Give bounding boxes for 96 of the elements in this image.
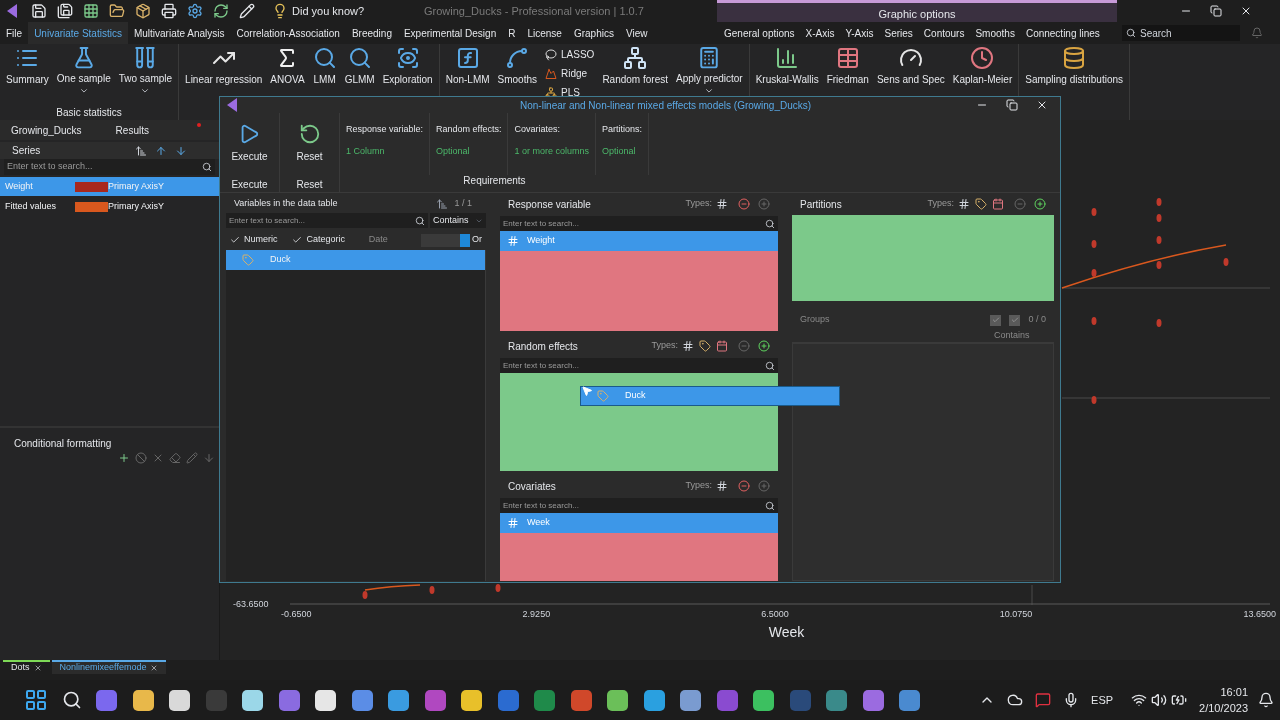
panel-tab[interactable]: Growing_Ducks xyxy=(11,122,82,138)
clock-date[interactable]: 2/10/2023 xyxy=(1199,700,1248,717)
ribbon-small-button[interactable]: Ridge xyxy=(545,66,595,81)
requirement-label: Partitions: xyxy=(601,123,642,136)
ribbon-button[interactable]: Exploration xyxy=(378,44,437,96)
graphic-options-tab[interactable]: Series xyxy=(879,25,918,41)
ribbon-button[interactable]: Kruskal-Wallis xyxy=(751,44,823,96)
graphic-options-tab[interactable]: Contours xyxy=(918,25,970,41)
menu-tab[interactable]: R xyxy=(502,22,522,44)
item-counter: 1 / 1 xyxy=(454,197,472,211)
document-tab[interactable]: Nonlinemixeeffemode xyxy=(51,660,167,674)
graphic-options-tab[interactable]: Connecting lines xyxy=(1020,25,1105,41)
slot-title: Random effects xyxy=(508,339,579,354)
ribbon-button[interactable]: Two sample xyxy=(114,44,177,96)
menu-tab[interactable]: File xyxy=(0,22,29,44)
menu-tab[interactable]: Univariate Statistics xyxy=(28,22,128,44)
slot-title: Partitions xyxy=(800,197,843,212)
group-label: Requirements xyxy=(462,174,527,188)
groups-title: Groups xyxy=(800,313,831,327)
menu-tab[interactable]: View xyxy=(619,22,654,44)
types-label: Types: xyxy=(927,197,954,211)
clock-time[interactable]: 16:01 xyxy=(1220,683,1248,700)
item-counter: 0 / 0 xyxy=(1028,313,1046,327)
mode-label: Or xyxy=(472,233,482,247)
type-filter[interactable]: Categoric xyxy=(292,233,353,247)
panel-title: Variables in the data table xyxy=(234,197,339,211)
y-tick-label: -63.6500 xyxy=(233,597,270,611)
group-label: Basic statistics xyxy=(55,106,123,120)
window-title: Growing_Ducks - Professional version | 1.0.7 xyxy=(424,3,644,19)
search-field[interactable]: Enter text to search... xyxy=(500,358,778,373)
group-label: Execute xyxy=(231,178,268,192)
requirement-value: Optional xyxy=(601,144,637,158)
ribbon-button[interactable]: Random forest xyxy=(598,44,672,96)
language-indicator[interactable]: ESP xyxy=(1091,691,1114,709)
series-title: Series xyxy=(12,144,42,158)
match-dropdown[interactable]: Contains xyxy=(430,213,486,228)
ribbon-small-button[interactable]: LASSO xyxy=(545,47,595,62)
conditional-formatting-title: Conditional formatting xyxy=(13,437,113,451)
slot-title: Covariates xyxy=(508,479,557,494)
menu-tab[interactable]: Graphics xyxy=(567,22,620,44)
types-label: Types: xyxy=(685,479,712,493)
ribbon-button[interactable]: Sens and Spec xyxy=(872,44,949,96)
graphic-options-tab[interactable]: X-Axis xyxy=(800,25,840,41)
ribbon-button[interactable]: Linear regression xyxy=(181,44,267,96)
toolbar-button[interactable]: Reset xyxy=(296,113,323,167)
ribbon-button[interactable]: One sample xyxy=(52,44,115,96)
x-tick-label: -0.6500 xyxy=(281,608,312,621)
ribbon-button[interactable]: Non-LMM xyxy=(441,44,494,96)
ribbon-button[interactable]: Apply predictor xyxy=(672,44,747,96)
type-filter[interactable]: Numeric xyxy=(230,233,291,247)
requirement-label: Random effects: xyxy=(436,123,502,136)
search-field[interactable]: Enter text to search... xyxy=(500,498,778,513)
ribbon-button[interactable]: Friedman xyxy=(822,44,873,96)
ribbon-button[interactable]: LMM xyxy=(308,44,341,96)
types-label: Types: xyxy=(685,197,712,211)
graphic-options-tab[interactable]: General options xyxy=(719,25,800,41)
ribbon-button[interactable]: ANOVA xyxy=(266,44,309,96)
x-tick-label: 10.0750 xyxy=(999,608,1033,621)
requirement-label: Response variable: xyxy=(346,123,424,136)
requirement-label: Covariates: xyxy=(514,123,561,136)
match-dropdown[interactable]: Contains xyxy=(994,328,1050,343)
toolbar-button[interactable]: Execute xyxy=(231,113,268,167)
panel-tab[interactable]: Results xyxy=(115,122,149,138)
menu-tab[interactable]: Breeding xyxy=(345,22,398,44)
menu-tab[interactable]: License xyxy=(521,22,568,44)
menu-tab[interactable]: Multivariate Analysis xyxy=(127,22,231,44)
requirement-value: 1 or more columns xyxy=(514,144,589,158)
series-row[interactable]: Fitted values Primary AxisY xyxy=(0,197,219,216)
ribbon-button[interactable]: Sampling distributions xyxy=(1021,44,1128,96)
graphic-options-title: Graphic options xyxy=(878,7,956,20)
ribbon-button[interactable]: GLMM xyxy=(340,44,379,96)
search-field[interactable]: Enter text to search... xyxy=(500,216,778,231)
menu-tab[interactable]: Correlation-Association xyxy=(230,22,346,44)
x-axis-title: Week xyxy=(768,622,805,642)
graphic-options-tab[interactable]: Y-Axis xyxy=(840,25,879,41)
document-tab[interactable]: Dots xyxy=(3,660,50,674)
x-tick-label: 13.6500 xyxy=(1243,608,1276,621)
search-field[interactable]: Search xyxy=(1122,25,1240,41)
group-label: Reset xyxy=(296,178,323,192)
ribbon-button[interactable]: Smooths xyxy=(493,44,542,96)
slot-title: Response variable xyxy=(508,197,592,212)
graphic-options-tab[interactable]: Smooths xyxy=(970,25,1020,41)
search-field[interactable]: Enter text to search... xyxy=(4,159,215,175)
ribbon-small-button[interactable]: PLS xyxy=(545,85,595,100)
requirement-value: Optional xyxy=(436,144,471,158)
tip-link[interactable]: Did you know? xyxy=(292,2,365,20)
dialog-title: Non-linear and Non-linear mixed effects models (Growing_Ducks) xyxy=(520,98,813,113)
drag-preview: Duck xyxy=(580,386,840,406)
search-field[interactable]: Enter text to search... xyxy=(226,213,428,228)
ribbon-button[interactable]: Kaplan-Meier xyxy=(948,44,1017,96)
x-tick-label: 2.9250 xyxy=(522,608,551,621)
types-label: Types: xyxy=(651,339,678,353)
x-tick-label: 6.5000 xyxy=(761,608,789,621)
requirement-value: 1 Column xyxy=(346,144,386,158)
ribbon-button[interactable]: Summary xyxy=(2,44,53,96)
menu-tab[interactable]: Experimental Design xyxy=(397,22,503,44)
